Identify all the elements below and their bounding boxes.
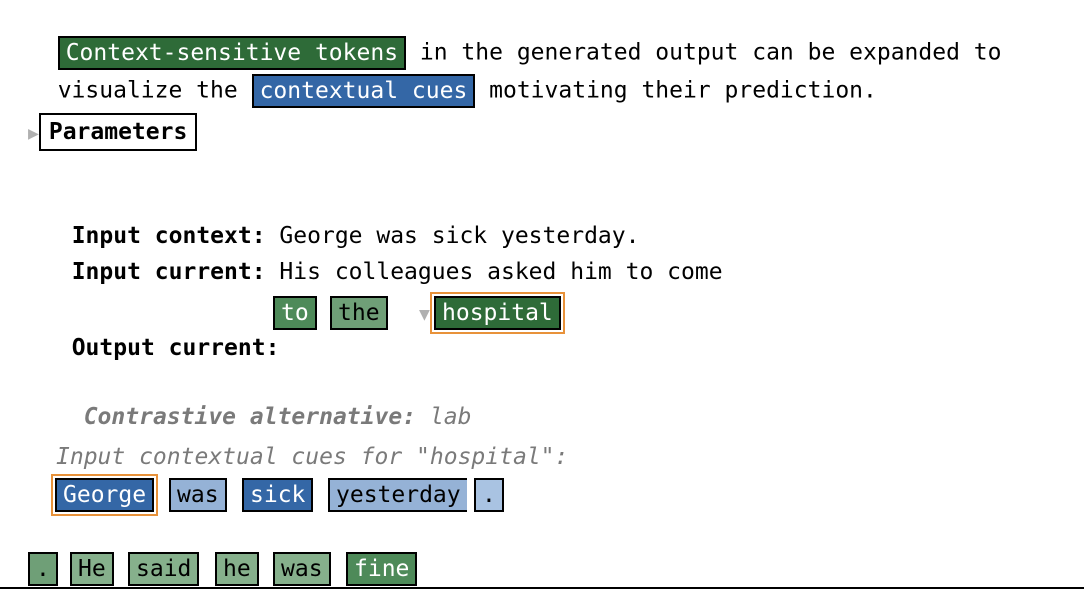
output-current-label: Output current:	[71, 335, 280, 361]
input-current-label: Input current:	[71, 259, 266, 285]
triangle-right-icon: ▶	[28, 123, 39, 144]
contrastive-label: Contrastive alternative:	[83, 404, 417, 430]
cue-token-was[interactable]: was	[169, 478, 227, 512]
continuation-token-fine[interactable]: fine	[346, 552, 418, 586]
output-token-hospital[interactable]: hospital	[430, 292, 565, 334]
input-current-row: Input current: His colleagues asked him …	[44, 224, 723, 288]
output-token-the[interactable]: the	[330, 296, 388, 330]
contrastive-row: Contrastive alternative: lab	[56, 369, 472, 433]
triangle-down-icon: ▼	[419, 304, 430, 325]
continuation-token-said[interactable]: said	[128, 552, 200, 586]
legend-contextual-cue-token: contextual cues	[251, 74, 476, 108]
contrastive-value: lab	[416, 404, 472, 430]
cue-token-period[interactable]: .	[474, 478, 504, 512]
cue-token-george[interactable]: George	[50, 474, 159, 516]
output-current-row: Output current:	[44, 297, 280, 365]
parameters-toggle[interactable]: ▶ Parameters	[28, 113, 198, 151]
continuation-token-was[interactable]: was	[273, 552, 331, 586]
cue-token-yesterday[interactable]: yesterday	[328, 478, 467, 512]
bottom-divider	[0, 587, 1084, 589]
intro-line-2: visualize the contextual cues motivating…	[30, 42, 877, 108]
intro-text-2a: visualize the	[57, 77, 252, 104]
intro-text-2b: motivating their prediction.	[475, 77, 877, 104]
continuation-token-period[interactable]: .	[28, 552, 58, 586]
continuation-token-he[interactable]: He	[70, 552, 114, 586]
parameters-label: Parameters	[38, 113, 198, 151]
cue-token-sick[interactable]: sick	[242, 478, 314, 512]
output-token-to[interactable]: to	[273, 296, 317, 330]
continuation-token-he-2[interactable]: he	[215, 552, 259, 586]
input-current-value: His colleagues asked him to come	[265, 259, 723, 285]
cues-label: Input contextual cues for "hospital":	[56, 444, 569, 470]
